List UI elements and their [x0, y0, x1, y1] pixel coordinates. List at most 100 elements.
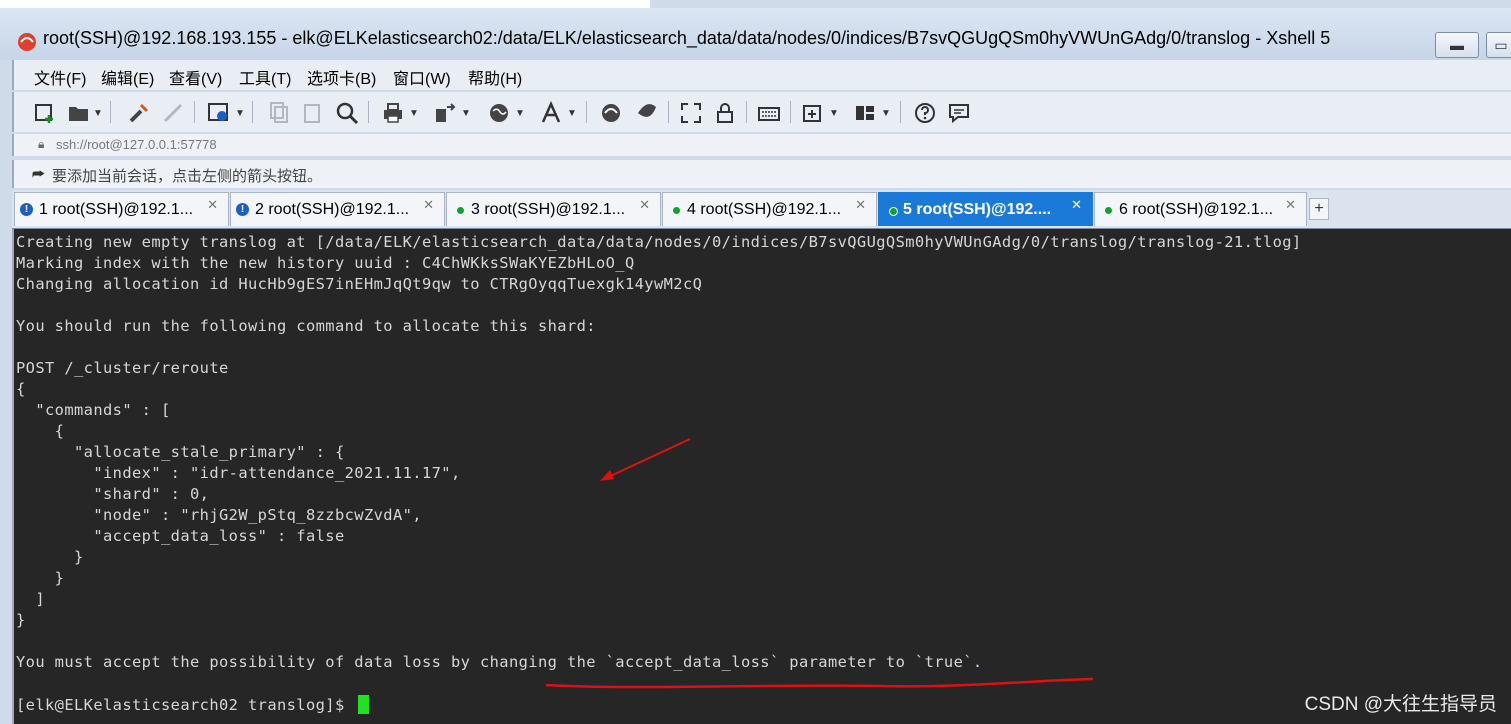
font-icon[interactable]	[538, 100, 564, 126]
tab-session-4[interactable]: 4 root(SSH)@192.1... ✕	[662, 192, 877, 226]
menu-tabs[interactable]: 选项卡(B)	[307, 65, 376, 89]
terminal-cursor	[358, 695, 370, 714]
window-title: root(SSH)@192.168.193.155 - elk@ELKelast…	[43, 28, 1331, 48]
terminal-line: You must accept the possibility of data …	[16, 653, 983, 671]
toolbar: ▼ ▼ ▼ ▼ ▼ ▼ ▼ ▼	[12, 92, 1511, 132]
lock-icon: 🔒︎	[38, 137, 45, 151]
open-folder-icon[interactable]	[66, 100, 92, 126]
connected-status-icon	[889, 207, 898, 216]
terminal-line: "index" : "idr-attendance_2021.11.17",	[16, 464, 461, 482]
tab-label: 5 root(SSH)@192....	[903, 201, 1052, 218]
tab-session-6[interactable]: 6 root(SSH)@192.1... ✕	[1094, 192, 1307, 226]
close-icon[interactable]: ✕	[207, 197, 218, 213]
menu-view[interactable]: 查看(V)	[169, 65, 222, 89]
chevron-down-icon[interactable]: ▼	[460, 100, 472, 126]
title-bar: root(SSH)@192.168.193.155 - elk@ELKelast…	[0, 8, 1511, 60]
terminal-line: ]	[16, 590, 45, 608]
terminal-line: "shard" : 0,	[16, 485, 210, 503]
connect-icon[interactable]	[126, 100, 152, 126]
fullscreen-icon[interactable]	[678, 100, 704, 126]
session-hint-bar: ⮫ 要添加当前会话，点击左侧的箭头按钮。	[12, 160, 1511, 188]
close-icon[interactable]: ✕	[1071, 197, 1082, 213]
minimize-button[interactable]: ▬	[1435, 32, 1479, 58]
tab-bar: ! 1 root(SSH)@192.1... ✕ ! 2 root(SSH)@1…	[12, 190, 1511, 229]
terminal-line: Creating new empty translog at [/data/EL…	[16, 233, 1302, 251]
tab-label: 2 root(SSH)@192.1...	[255, 201, 410, 218]
chevron-down-icon[interactable]: ▼	[234, 100, 246, 126]
layout-icon[interactable]	[852, 100, 878, 126]
terminal-line: {	[16, 422, 65, 440]
chevron-down-icon[interactable]: ▼	[92, 100, 104, 126]
terminal-line: }	[16, 548, 84, 566]
keyboard-icon[interactable]	[756, 100, 782, 126]
terminal-line: "commands" : [	[16, 401, 171, 419]
print-icon[interactable]	[380, 100, 406, 126]
terminal-line: You should run the following command to …	[16, 317, 596, 335]
tab-label: 4 root(SSH)@192.1...	[687, 201, 842, 218]
hint-text: 要添加当前会话，点击左侧的箭头按钮。	[52, 168, 323, 185]
globe-icon[interactable]	[486, 100, 512, 126]
terminal-line: "accept_data_loss" : false	[16, 527, 345, 545]
maximize-icon: ▭	[1494, 37, 1508, 53]
menu-help[interactable]: 帮助(H)	[468, 65, 522, 89]
maximize-button[interactable]: ▭	[1486, 32, 1511, 58]
tab-label: 3 root(SSH)@192.1...	[471, 201, 626, 218]
terminal-line: }	[16, 611, 26, 629]
menu-bar: 文件(F) 编辑(E) 查看(V) 工具(T) 选项卡(B) 窗口(W) 帮助(…	[12, 60, 1511, 90]
warning-icon: !	[20, 203, 33, 216]
terminal-prompt-line[interactable]: [elk@ELKelasticsearch02 translog]$	[16, 695, 370, 714]
tab-label: 1 root(SSH)@192.1...	[39, 201, 194, 218]
chevron-down-icon[interactable]: ▼	[566, 100, 578, 126]
copy-icon[interactable]	[266, 100, 292, 126]
terminal-line: POST /_cluster/reroute	[16, 359, 229, 377]
help-icon[interactable]	[912, 100, 938, 126]
chevron-down-icon[interactable]: ▼	[408, 100, 420, 126]
arrow-button-icon[interactable]: ⮫	[32, 166, 45, 183]
paste-icon[interactable]	[300, 100, 326, 126]
properties-icon[interactable]	[206, 100, 232, 126]
terminal-line: {	[16, 380, 26, 398]
xshell-window: root(SSH)@192.168.193.155 - elk@ELKelast…	[0, 0, 1511, 724]
xftp-icon[interactable]	[598, 100, 624, 126]
chevron-down-icon[interactable]: ▼	[514, 100, 526, 126]
shell-prompt: [elk@ELKelasticsearch02 translog]$	[16, 696, 355, 714]
disconnect-icon[interactable]	[160, 100, 186, 126]
chevron-down-icon[interactable]: ▼	[880, 100, 892, 126]
lock-icon[interactable]	[712, 100, 738, 126]
menu-edit[interactable]: 编辑(E)	[101, 65, 154, 89]
tab-label: 6 root(SSH)@192.1...	[1119, 201, 1274, 218]
tab-session-1[interactable]: ! 1 root(SSH)@192.1... ✕	[14, 192, 229, 226]
close-icon[interactable]: ✕	[639, 197, 650, 213]
close-icon[interactable]: ✕	[1285, 197, 1296, 213]
terminal-line: Changing allocation id HucHb9gES7inEHmJq…	[16, 275, 703, 293]
tab-session-3[interactable]: 3 root(SSH)@192.1... ✕	[446, 192, 661, 226]
menu-window[interactable]: 窗口(W)	[393, 65, 451, 89]
watermark: CSDN @大往生指导员	[1304, 694, 1497, 715]
terminal-line: }	[16, 569, 65, 587]
terminal-line: Marking index with the new history uuid …	[16, 254, 635, 272]
add-tab-button[interactable]: +	[1309, 198, 1329, 220]
xmanager-icon[interactable]	[634, 100, 660, 126]
connected-status-icon	[1105, 207, 1112, 214]
xshell-app-icon	[18, 33, 36, 51]
tab-session-5-active[interactable]: 5 root(SSH)@192.... ✕	[878, 192, 1093, 226]
chevron-down-icon[interactable]: ▼	[828, 100, 840, 126]
terminal-line: "node" : "rhjG2W_pStq_8zzbcwZvdA",	[16, 506, 422, 524]
menu-file[interactable]: 文件(F)	[34, 65, 86, 89]
warning-icon: !	[236, 203, 249, 216]
compose-icon[interactable]	[800, 100, 826, 126]
connected-status-icon	[673, 207, 680, 214]
menu-tools[interactable]: 工具(T)	[239, 65, 291, 89]
close-icon[interactable]: ✕	[855, 197, 866, 213]
address-input[interactable]: ssh://root@127.0.0.1:57778	[56, 137, 217, 152]
terminal-line: "allocate_stale_primary" : {	[16, 443, 345, 461]
transfer-icon[interactable]	[432, 100, 458, 126]
chat-icon[interactable]	[946, 100, 972, 126]
close-icon[interactable]: ✕	[423, 197, 434, 213]
new-session-icon[interactable]	[32, 100, 58, 126]
tab-session-2[interactable]: ! 2 root(SSH)@192.1... ✕	[230, 192, 445, 226]
connected-status-icon	[457, 207, 464, 214]
search-icon[interactable]	[334, 100, 360, 126]
terminal-output[interactable]: Creating new empty translog at [/data/EL…	[12, 229, 1511, 724]
address-bar[interactable]: 🔒︎ ssh://root@127.0.0.1:57778	[12, 134, 1511, 156]
